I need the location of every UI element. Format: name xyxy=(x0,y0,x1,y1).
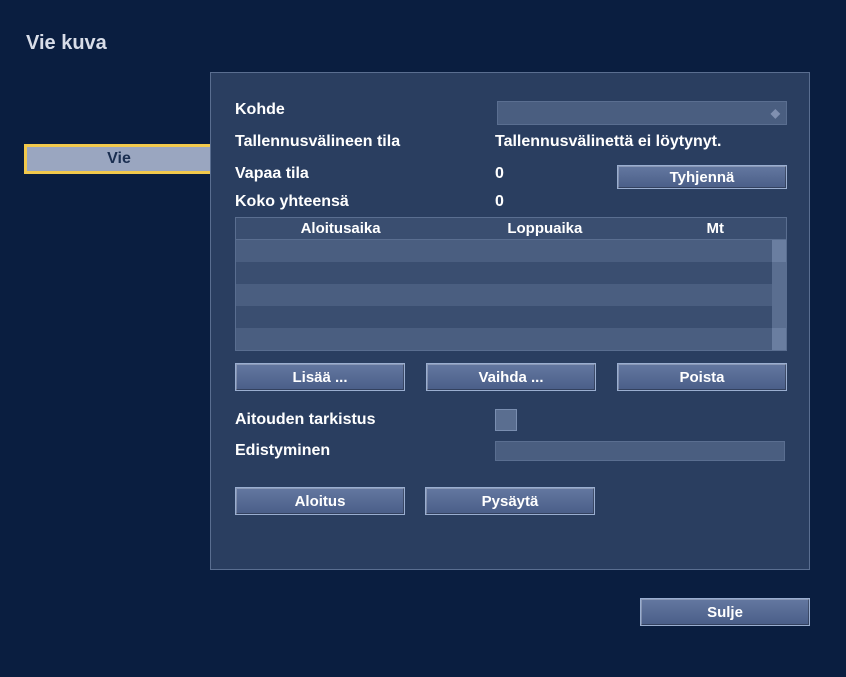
table-body xyxy=(236,240,786,350)
control-row: Aloitus Pysäytä xyxy=(235,487,595,515)
free-space-label: Vapaa tila xyxy=(235,165,495,183)
authenticity-label: Aitouden tarkistus xyxy=(235,411,495,429)
table-header: Aloitusaika Loppuaika Mt xyxy=(236,218,786,240)
table-row[interactable] xyxy=(236,240,786,262)
delete-button[interactable]: Poista xyxy=(617,363,787,391)
scrollbar[interactable] xyxy=(772,240,786,350)
page-title: Vie kuva xyxy=(26,32,107,55)
scroll-down-icon[interactable] xyxy=(772,328,786,350)
header-start-time: Aloitusaika xyxy=(236,220,445,237)
media-status-label: Tallennusvälineen tila xyxy=(235,133,495,151)
target-dropdown[interactable]: ◆ xyxy=(497,101,787,125)
table-action-row: Lisää ... Vaihda ... Poista xyxy=(235,363,787,391)
change-button[interactable]: Vaihda ... xyxy=(426,363,596,391)
stop-button[interactable]: Pysäytä xyxy=(425,487,595,515)
scroll-up-icon[interactable] xyxy=(772,240,786,262)
total-size-label: Koko yhteensä xyxy=(235,193,495,211)
close-button[interactable]: Sulje xyxy=(640,598,810,626)
progress-label: Edistyminen xyxy=(235,442,495,460)
media-status-value: Tallennusvälinettä ei löytynyt. xyxy=(495,133,721,151)
table-row[interactable] xyxy=(236,306,786,328)
table-row[interactable] xyxy=(236,262,786,284)
progress-bar xyxy=(495,441,785,461)
free-space-value: 0 xyxy=(495,165,504,183)
header-mb: Mt xyxy=(645,220,786,237)
total-size-value: 0 xyxy=(495,193,504,211)
add-button[interactable]: Lisää ... xyxy=(235,363,405,391)
export-table: Aloitusaika Loppuaika Mt xyxy=(235,217,787,351)
table-row[interactable] xyxy=(236,328,786,350)
authenticity-checkbox[interactable] xyxy=(495,409,517,431)
table-row[interactable] xyxy=(236,284,786,306)
start-button[interactable]: Aloitus xyxy=(235,487,405,515)
main-panel: Kohde ◆ Tallennusvälineen tila Tallennus… xyxy=(210,72,810,570)
clear-button[interactable]: Tyhjennä xyxy=(617,165,787,189)
tab-export[interactable]: Vie xyxy=(24,144,214,174)
header-end-time: Loppuaika xyxy=(445,220,644,237)
target-label: Kohde xyxy=(235,101,495,119)
dropdown-arrow-icon: ◆ xyxy=(771,107,780,119)
